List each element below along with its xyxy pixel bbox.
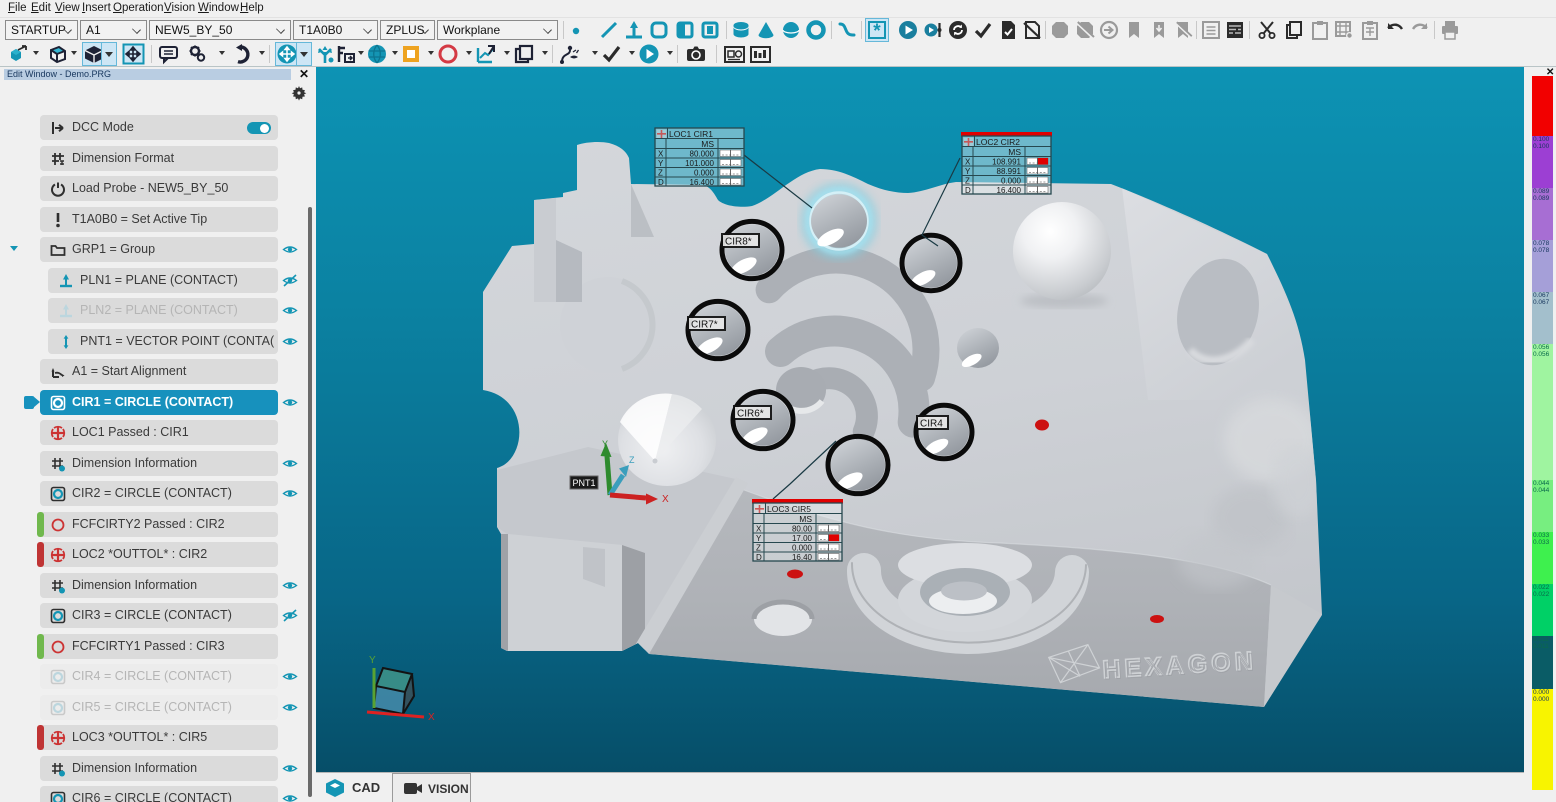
svg-text:X: X — [428, 712, 435, 723]
svg-text:17.00: 17.00 — [792, 534, 813, 543]
svg-text:Y: Y — [602, 439, 608, 449]
svg-text:X: X — [965, 158, 971, 167]
svg-text:Z: Z — [756, 544, 761, 553]
svg-text:*: * — [873, 21, 881, 41]
svg-text:CIR6*: CIR6* — [737, 409, 764, 420]
svg-text:80.000: 80.000 — [690, 150, 715, 159]
svg-text:80.00: 80.00 — [792, 525, 813, 534]
svg-text:CIR4: CIR4 — [920, 419, 943, 430]
svg-text:108.991: 108.991 — [992, 158, 1021, 167]
svg-text:Z: Z — [658, 169, 663, 178]
svg-text:Y: Y — [756, 534, 762, 543]
svg-text:0.000: 0.000 — [792, 544, 813, 553]
svg-text:X: X — [658, 150, 664, 159]
svg-text:MS: MS — [701, 139, 714, 149]
svg-text:LOC3 CIR5: LOC3 CIR5 — [767, 504, 811, 514]
svg-text:0.000: 0.000 — [1001, 177, 1022, 186]
svg-text:101.000: 101.000 — [685, 159, 714, 168]
svg-text:Z: Z — [629, 455, 635, 465]
svg-text:Y: Y — [965, 167, 971, 176]
svg-text:CIR8*: CIR8* — [725, 237, 752, 248]
svg-text:Y: Y — [369, 655, 376, 666]
svg-text:X: X — [756, 525, 762, 534]
svg-text:MS: MS — [799, 514, 812, 524]
svg-text:LOC1 CIR1: LOC1 CIR1 — [669, 129, 713, 139]
svg-text:Z: Z — [965, 177, 970, 186]
svg-text:LOC2 CIR2: LOC2 CIR2 — [976, 137, 1020, 147]
svg-text:X: X — [662, 494, 669, 505]
svg-text:Y: Y — [658, 159, 664, 168]
svg-text:PNT1: PNT1 — [572, 478, 595, 488]
svg-text:CIR7*: CIR7* — [691, 320, 718, 331]
svg-text:MS: MS — [1008, 147, 1021, 157]
svg-text:0.000: 0.000 — [694, 169, 715, 178]
svg-text:88.991: 88.991 — [997, 167, 1022, 176]
